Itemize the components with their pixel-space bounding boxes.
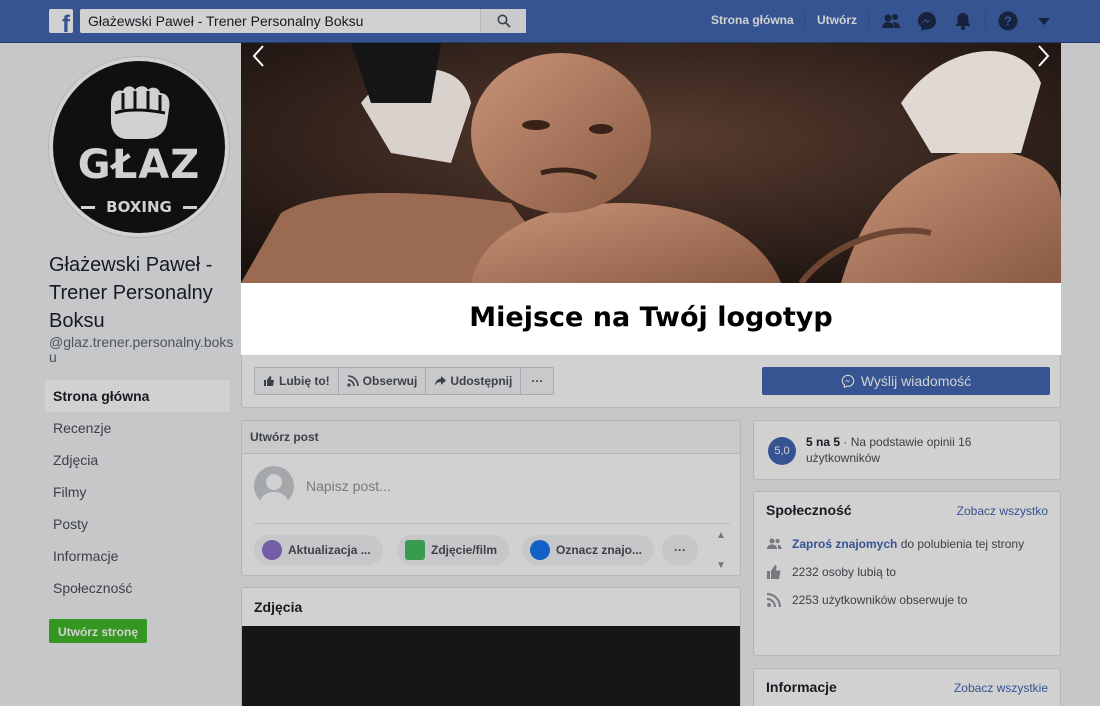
community-see-all-link[interactable]: Zobacz wszystko	[957, 504, 1048, 518]
cover-photo-boxer	[241, 43, 1061, 283]
photos-title[interactable]: Zdjęcia	[242, 588, 740, 626]
thumbs-up-icon	[767, 565, 781, 579]
page-handle[interactable]: @glaz.trener.personalny.boksu	[49, 335, 234, 365]
help-icon[interactable]: ?	[997, 10, 1019, 32]
follow-label: Obserwuj	[362, 374, 418, 388]
rating-badge: 5,0	[768, 437, 796, 465]
left-nav-item-about[interactable]: Informacje	[45, 540, 230, 572]
info-see-all-link[interactable]: Zobacz wszystkie	[954, 681, 1048, 695]
logo-sub: BOXING	[106, 198, 172, 216]
left-nav-item-posts[interactable]: Posty	[45, 508, 230, 540]
cover-photo[interactable]	[241, 43, 1061, 283]
logo-placeholder-banner: Miejsce na Twój logotyp	[241, 283, 1061, 355]
photo-thumbnail[interactable]	[242, 626, 740, 706]
logo-line	[81, 206, 95, 209]
composer-scroll[interactable]: ▲ ▼	[714, 529, 728, 573]
nav-home-link[interactable]: Strona główna	[711, 13, 794, 27]
glaz-boxing-logo: GŁAZ BOXING	[53, 61, 225, 233]
invite-friends-icon	[767, 538, 782, 549]
top-bar: f Strona główna Utwórz ?	[0, 0, 1100, 43]
fist-icon	[111, 86, 170, 139]
followers-count: 2253 użytkowników obserwuje to	[792, 593, 968, 607]
account-menu-chevron-down-icon[interactable]	[1033, 10, 1055, 32]
invite-friends-link[interactable]: Zaproś znajomych	[792, 537, 897, 551]
left-nav-item-community[interactable]: Społeczność	[45, 572, 230, 604]
avatar-silhouette-icon	[259, 474, 289, 506]
page-action-buttons: Lubię to! Obserwuj Udostępnij ···	[254, 367, 555, 395]
info-title: Informacje	[766, 679, 837, 695]
logo-sub-row: BOXING	[81, 196, 197, 218]
tag-friends-label: Oznacz znajo...	[556, 543, 643, 557]
rss-icon	[766, 593, 781, 608]
photo-video-chip[interactable]: Zdjęcie/film	[397, 535, 510, 565]
tag-friends-icon	[530, 540, 550, 560]
notifications-bell-icon[interactable]	[952, 10, 974, 32]
like-label: Lubię to!	[279, 374, 330, 388]
page-name[interactable]: Głażewski Paweł - Trener Personalny Boks…	[49, 251, 234, 335]
create-post-title: Utwórz post	[242, 421, 740, 454]
post-input-placeholder[interactable]: Napisz post...	[306, 478, 391, 494]
followers-row: 2253 użytkowników obserwuje to	[766, 591, 967, 609]
nav-divider	[804, 12, 805, 30]
more-options-chip[interactable]: ···	[662, 535, 698, 565]
svg-text:?: ?	[1004, 14, 1012, 29]
search-box[interactable]	[80, 9, 526, 33]
rating-card: 5,0 5 na 5 · Na podstawie opinii 16 użyt…	[753, 420, 1061, 480]
left-nav-item-reviews[interactable]: Recenzje	[45, 412, 230, 444]
info-card: Informacje Zobacz wszystkie	[753, 668, 1061, 706]
page-action-bar: Lubię to! Obserwuj Udostępnij ··· Wyślij…	[241, 355, 1061, 408]
left-nav-item-photos[interactable]: Zdjęcia	[45, 444, 230, 476]
create-page-button[interactable]: Utwórz stronę	[49, 619, 147, 643]
cover-next-chevron-right-icon[interactable]	[1033, 43, 1053, 69]
invite-friends-text: do polubienia tej strony	[897, 537, 1025, 551]
invite-friends-row: Zaproś znajomych do polubienia tej stron…	[766, 535, 1024, 553]
cover-prev-chevron-left-icon[interactable]	[249, 43, 269, 69]
left-nav-item-videos[interactable]: Filmy	[45, 476, 230, 508]
nav-divider	[985, 12, 986, 30]
photo-video-label: Zdjęcie/film	[431, 543, 498, 557]
left-nav-item-home[interactable]: Strona główna	[45, 380, 230, 412]
share-button[interactable]: Udostępnij	[425, 367, 522, 395]
search-icon	[497, 14, 511, 28]
rating-score: 5 na 5	[806, 435, 841, 449]
send-message-button[interactable]: Wyślij wiadomość	[762, 367, 1050, 395]
likes-row: 2232 osoby lubią to	[766, 563, 896, 581]
logo-word: GŁAZ	[77, 142, 201, 188]
divider	[254, 523, 730, 524]
tag-friends-chip[interactable]: Oznacz znajo...	[522, 535, 655, 565]
avatar	[254, 466, 294, 506]
like-button[interactable]: Lubię to!	[254, 367, 339, 395]
friends-icon[interactable]	[880, 10, 902, 32]
more-actions-button[interactable]: ···	[520, 367, 555, 395]
search-button[interactable]	[480, 9, 526, 33]
photos-card: Zdjęcia	[241, 587, 741, 706]
share-arrow-icon	[435, 376, 447, 386]
nav-create-link[interactable]: Utwórz	[817, 13, 857, 27]
facebook-logo-icon[interactable]: f	[49, 9, 73, 33]
messenger-icon[interactable]	[916, 10, 938, 32]
status-update-chip[interactable]: Aktualizacja ...	[254, 535, 383, 565]
community-title: Społeczność	[766, 502, 852, 518]
left-nav: Strona główna Recenzje Zdjęcia Filmy Pos…	[45, 380, 230, 604]
rss-icon	[347, 375, 359, 387]
send-message-label: Wyślij wiadomość	[860, 373, 972, 389]
share-label: Udostępnij	[450, 374, 513, 388]
likes-count: 2232 osoby lubią to	[792, 565, 897, 579]
scroll-up-icon[interactable]: ▲	[714, 529, 728, 543]
community-card: Społeczność Zobacz wszystko Zaproś znajo…	[753, 491, 1061, 656]
status-update-label: Aktualizacja ...	[288, 543, 371, 557]
profile-picture[interactable]: GŁAZ BOXING	[49, 57, 229, 237]
follow-button[interactable]: Obserwuj	[337, 367, 427, 395]
create-post-card: Utwórz post Napisz post... Aktualizacja …	[241, 420, 741, 576]
photo-icon	[405, 540, 425, 560]
search-input[interactable]	[88, 13, 478, 29]
rating-text[interactable]: 5 na 5 · Na podstawie opinii 16 użytkown…	[806, 434, 1046, 466]
nav-divider	[868, 12, 869, 30]
logo-line	[183, 206, 197, 209]
thumbs-up-icon	[264, 376, 274, 386]
smiley-icon	[262, 540, 282, 560]
messenger-icon	[841, 374, 855, 388]
scroll-down-icon[interactable]: ▼	[714, 559, 728, 573]
